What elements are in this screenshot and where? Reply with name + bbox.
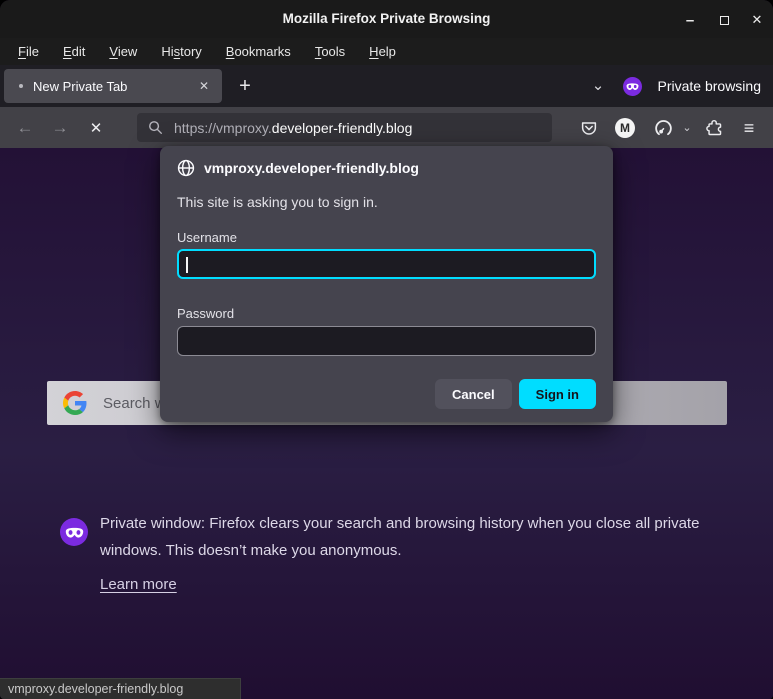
username-input[interactable] (177, 249, 596, 279)
maximize-button[interactable] (713, 9, 735, 31)
minimize-icon: – (686, 12, 694, 29)
menu-file[interactable]: File (8, 41, 49, 62)
back-button[interactable]: ← (10, 113, 40, 142)
auth-dialog-buttons: Cancel Sign in (435, 379, 596, 409)
firefox-window: Mozilla Firefox Private Browsing – ✕ Fil… (0, 0, 773, 699)
url-text: https://vmproxy.developer-friendly.blog (174, 120, 412, 136)
url-domain: developer-friendly.blog (272, 120, 413, 136)
close-icon: ✕ (752, 12, 763, 28)
learn-more-link[interactable]: Learn more (100, 576, 177, 593)
navigation-bar: ← → ✕ https://vmproxy.developer-friendly… (0, 107, 773, 148)
close-window-button[interactable]: ✕ (746, 9, 768, 31)
menubar: File Edit View History Bookmarks Tools H… (0, 38, 773, 65)
tab-new-private-tab[interactable]: New Private Tab ✕ (4, 69, 222, 103)
menu-view[interactable]: View (99, 41, 147, 62)
new-tab-button[interactable]: + (231, 72, 259, 100)
tab-label: New Private Tab (33, 79, 127, 94)
text-caret (186, 257, 188, 273)
forward-button[interactable]: → (45, 113, 75, 142)
titlebar: Mozilla Firefox Private Browsing – ✕ (0, 0, 773, 38)
extensions-button[interactable] (701, 115, 727, 141)
auth-dialog-host: vmproxy.developer-friendly.blog (204, 160, 419, 176)
window-title: Mozilla Firefox Private Browsing (0, 0, 773, 38)
tab-loading-dot-icon (19, 84, 23, 88)
private-window-notice-text: Private window: Firefox clears your sear… (100, 510, 715, 564)
sign-in-button[interactable]: Sign in (519, 379, 596, 409)
gauge-icon (654, 119, 673, 138)
auth-dialog-message: This site is asking you to sign in. (177, 194, 378, 210)
cancel-button[interactable]: Cancel (435, 379, 512, 409)
password-label: Password (177, 306, 234, 321)
url-bar[interactable]: https://vmproxy.developer-friendly.blog (137, 113, 552, 142)
google-logo-icon (63, 391, 87, 415)
extension-m-icon: M (615, 118, 635, 138)
stop-button[interactable]: ✕ (81, 113, 111, 142)
auth-dialog-header: vmproxy.developer-friendly.blog (177, 159, 419, 177)
menu-edit[interactable]: Edit (53, 41, 95, 62)
app-menu-button[interactable]: ≡ (736, 115, 762, 141)
menu-help[interactable]: Help (359, 41, 406, 62)
mask-icon (65, 526, 84, 539)
hamburger-menu-icon: ≡ (744, 118, 755, 139)
private-browsing-badge (623, 77, 642, 96)
list-all-tabs-button[interactable]: ⌄ (585, 71, 611, 99)
menu-bookmarks[interactable]: Bookmarks (216, 41, 301, 62)
username-field-wrap (177, 249, 596, 281)
search-icon (148, 120, 163, 135)
puzzle-icon (705, 119, 723, 137)
status-tooltip: vmproxy.developer-friendly.blog (0, 678, 241, 699)
minimize-button[interactable]: – (679, 9, 701, 31)
search-placeholder-text: Search wi (103, 395, 169, 412)
maximize-icon (720, 16, 729, 25)
chevron-down-icon: ⌄ (592, 76, 605, 94)
password-input[interactable] (177, 326, 596, 356)
menu-history[interactable]: History (151, 41, 211, 62)
private-browsing-label: Private browsing (658, 65, 762, 107)
tab-close-button[interactable]: ✕ (194, 76, 214, 96)
gauge-extension-button[interactable] (650, 115, 676, 141)
menu-tools[interactable]: Tools (305, 41, 355, 62)
pocket-button[interactable] (576, 115, 602, 141)
username-label: Username (177, 230, 237, 245)
private-window-notice: Private window: Firefox clears your sear… (60, 510, 720, 564)
mask-icon (626, 82, 639, 91)
extension-m-button[interactable]: M (612, 115, 638, 141)
private-mask-badge (60, 518, 88, 546)
auth-dialog: vmproxy.developer-friendly.blog This sit… (160, 146, 613, 422)
url-scheme-host: https://vmproxy. (174, 120, 272, 136)
gauge-dropdown-chevron-icon[interactable]: ⌄ (680, 121, 694, 134)
pocket-icon (580, 120, 598, 137)
tab-bar: New Private Tab ✕ + ⌄ Private browsing (0, 65, 773, 107)
globe-icon (177, 159, 195, 177)
